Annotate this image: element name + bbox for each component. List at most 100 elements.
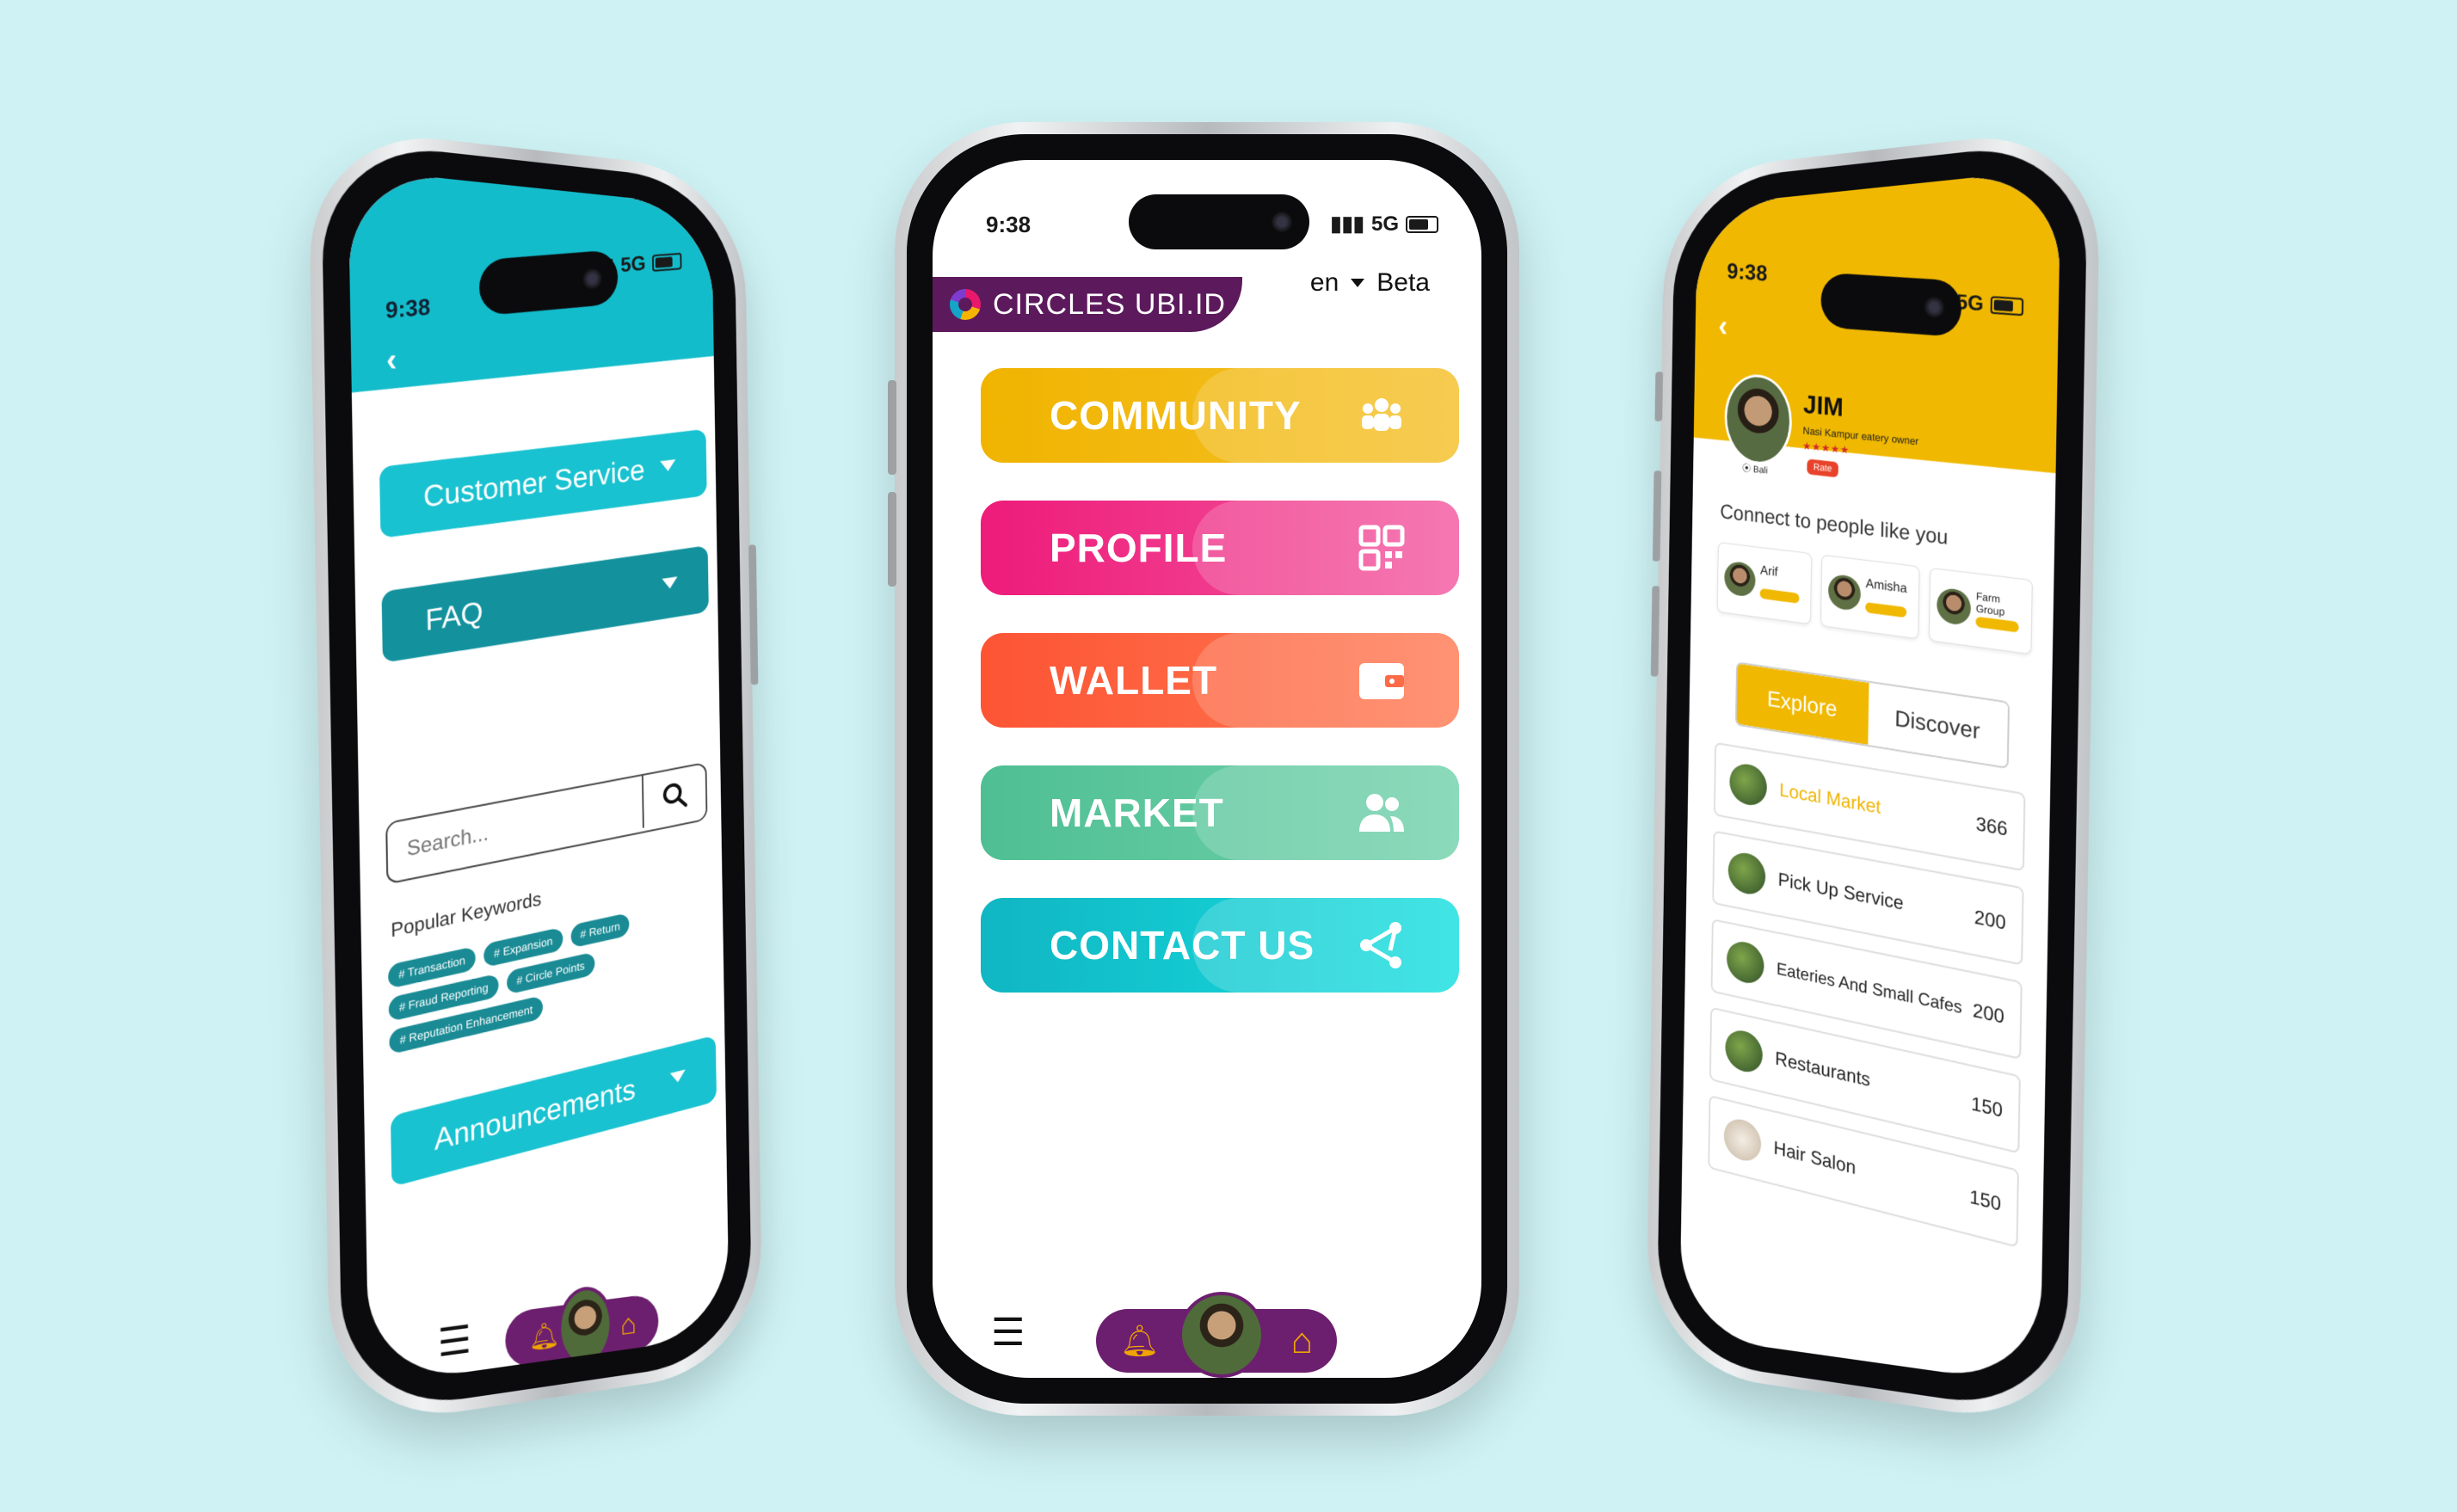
popular-keywords-title: Popular Keywords xyxy=(391,888,541,942)
category-count: 200 xyxy=(1974,906,2006,935)
qr-code-icon xyxy=(1356,522,1407,574)
search-box xyxy=(385,762,707,885)
bell-icon[interactable]: 🔔︎ xyxy=(528,1319,560,1354)
center-phone: 9:38 ▮▮▮ 5G CIRCLES UBI.ID en Beta COMMU… xyxy=(895,122,1519,1416)
connect-badge[interactable] xyxy=(1760,588,1800,604)
brand-bar: CIRCLES UBI.ID xyxy=(933,277,1242,332)
community-icon xyxy=(1356,390,1407,441)
community-label: COMMUNITY xyxy=(1050,392,1302,439)
caret-down-icon xyxy=(1351,279,1364,287)
bell-icon[interactable]: 🔔︎ xyxy=(1120,1323,1160,1359)
person-name: Amisha xyxy=(1866,576,1907,596)
person-card[interactable]: Farm Group xyxy=(1929,568,2033,655)
status-time: 9:38 xyxy=(986,212,1031,238)
battery-icon xyxy=(652,252,682,271)
accordion-label: Announcements xyxy=(434,1073,636,1158)
profile-name: JIM xyxy=(1803,390,1844,423)
connect-title: Connect to people like you xyxy=(1720,501,1948,550)
help-screen: 9:38 ▮▮▮ 5G ‹ Customer Service FAQ xyxy=(348,169,730,1386)
person-avatar xyxy=(1724,560,1756,598)
category-count: 150 xyxy=(1971,1092,2003,1122)
profile-avatar xyxy=(1724,372,1793,467)
profile-label: PROFILE xyxy=(1050,525,1227,571)
home-icon[interactable]: ⌂ xyxy=(620,1307,637,1343)
volume-down-button xyxy=(1651,586,1660,676)
search-input[interactable] xyxy=(405,790,624,869)
battery-icon xyxy=(1991,296,2024,316)
category-name: Pick Up Service xyxy=(1778,869,1975,929)
category-count: 366 xyxy=(1976,813,2008,841)
language-value: en xyxy=(1310,268,1339,298)
market-label: MARKET xyxy=(1050,790,1224,836)
home-screen: 9:38 ▮▮▮ 5G CIRCLES UBI.ID en Beta COMMU… xyxy=(933,160,1481,1378)
silent-switch xyxy=(1654,372,1663,421)
menu-icon[interactable]: ☰ xyxy=(437,1317,471,1366)
explore-screen: 9:38 ▮▮▮ 5G ‹ ⦿ Bali JIM Nasi Kampur eat… xyxy=(1679,169,2061,1386)
chevron-down-icon xyxy=(670,1069,686,1084)
category-image xyxy=(1727,938,1764,986)
rate-button[interactable]: Rate xyxy=(1807,459,1838,478)
left-phone: 9:38 ▮▮▮ 5G ‹ Customer Service FAQ xyxy=(308,125,763,1431)
status-indicators: ▮▮▮ 5G xyxy=(1330,212,1438,237)
accordion-faq[interactable]: FAQ xyxy=(382,545,709,663)
category-image xyxy=(1729,761,1767,808)
people-carousel: Arif Amisha Farm Group xyxy=(1717,542,2033,655)
menu-icon[interactable]: ☰ xyxy=(991,1311,1025,1355)
contact-us-label: CONTACT US xyxy=(1050,922,1315,968)
tab-explore[interactable]: Explore xyxy=(1737,663,1869,745)
avatar[interactable] xyxy=(557,1283,613,1369)
chevron-down-icon xyxy=(662,576,678,589)
category-image xyxy=(1725,1027,1763,1076)
profile-button[interactable]: PROFILE xyxy=(981,501,1459,595)
tab-discover[interactable]: Discover xyxy=(1868,683,2008,767)
status-time: 9:38 xyxy=(385,293,431,324)
community-button[interactable]: COMMUNITY xyxy=(981,368,1459,463)
search-icon xyxy=(661,778,689,813)
back-icon[interactable]: ‹ xyxy=(386,341,397,379)
battery-icon xyxy=(1406,216,1438,233)
person-card[interactable]: Arif xyxy=(1717,542,1813,624)
users-icon xyxy=(1356,787,1407,839)
chevron-down-icon xyxy=(660,459,675,472)
person-card[interactable]: Amisha xyxy=(1820,555,1920,640)
wallet-icon xyxy=(1356,655,1407,706)
dynamic-island xyxy=(1820,273,1961,337)
dynamic-island xyxy=(1129,194,1309,249)
category-image xyxy=(1727,850,1765,897)
wallet-label: WALLET xyxy=(1050,657,1217,704)
brand-name: CIRCLES UBI.ID xyxy=(993,288,1226,322)
power-button xyxy=(748,544,758,685)
language-selector[interactable]: en Beta xyxy=(1310,268,1430,298)
accordion-customer-service[interactable]: Customer Service xyxy=(379,429,707,538)
person-name: Arif xyxy=(1760,563,1778,580)
status-time: 9:38 xyxy=(1727,258,1767,286)
category-name: Local Market xyxy=(1779,779,1976,836)
person-avatar xyxy=(1937,587,1971,626)
category-count: 200 xyxy=(1973,999,2004,1028)
volume-up-button xyxy=(888,380,896,475)
rating-stars: ★★★★★ xyxy=(1802,439,1850,456)
back-icon[interactable]: ‹ xyxy=(1718,308,1727,344)
wallet-button[interactable]: WALLET xyxy=(981,633,1459,728)
category-name: Eateries And Small Cafes xyxy=(1777,959,1973,1020)
share-icon xyxy=(1356,919,1407,971)
accordion-announcements[interactable]: Announcements xyxy=(391,1035,717,1186)
keyword-chip[interactable]: # Return xyxy=(570,913,630,949)
circles-logo-icon xyxy=(950,289,981,320)
avatar[interactable] xyxy=(1179,1292,1265,1378)
beta-label: Beta xyxy=(1376,268,1430,298)
category-image xyxy=(1723,1116,1761,1165)
search-button[interactable] xyxy=(642,764,706,828)
home-icon[interactable]: ⌂ xyxy=(1291,1320,1313,1361)
right-phone: 9:38 ▮▮▮ 5G ‹ ⦿ Bali JIM Nasi Kampur eat… xyxy=(1646,125,2101,1431)
volume-up-button xyxy=(1653,470,1661,562)
market-button[interactable]: MARKET xyxy=(981,765,1459,860)
connect-badge[interactable] xyxy=(1865,602,1906,618)
category-name: Hair Salon xyxy=(1773,1137,1969,1208)
accordion-label: Customer Service xyxy=(423,453,645,514)
contact-us-button[interactable]: CONTACT US xyxy=(981,898,1459,993)
network-label: 5G xyxy=(1371,212,1399,237)
person-avatar xyxy=(1828,574,1861,612)
location-label: ⦿ Bali xyxy=(1742,461,1768,477)
signal-icon: ▮▮▮ xyxy=(1330,212,1364,237)
